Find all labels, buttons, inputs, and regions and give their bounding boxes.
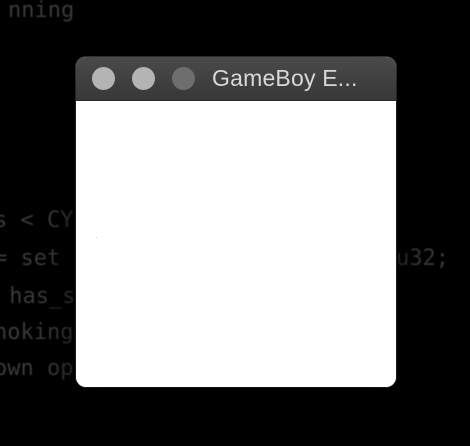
code-line: u32;: [396, 246, 449, 271]
zoom-button[interactable]: [172, 67, 195, 90]
emulator-screen[interactable]: [76, 101, 396, 387]
code-line: = set: [0, 246, 61, 271]
minimize-button[interactable]: [132, 67, 155, 90]
screen-pixel: [96, 237, 97, 238]
code-line: s < CY: [0, 208, 74, 233]
code-line: own op: [0, 356, 74, 381]
code-line: has_s: [0, 284, 76, 309]
close-button[interactable]: [92, 67, 115, 90]
window-title: GameBoy E...: [212, 65, 358, 91]
window-titlebar[interactable]: GameBoy E...: [76, 57, 396, 101]
code-line: hoking: [0, 320, 74, 345]
code-line: nning: [8, 0, 75, 23]
emulator-window[interactable]: GameBoy E...: [76, 57, 396, 387]
desktop-stage: nning s < CY = set u32; has_s hoking own…: [0, 0, 470, 446]
